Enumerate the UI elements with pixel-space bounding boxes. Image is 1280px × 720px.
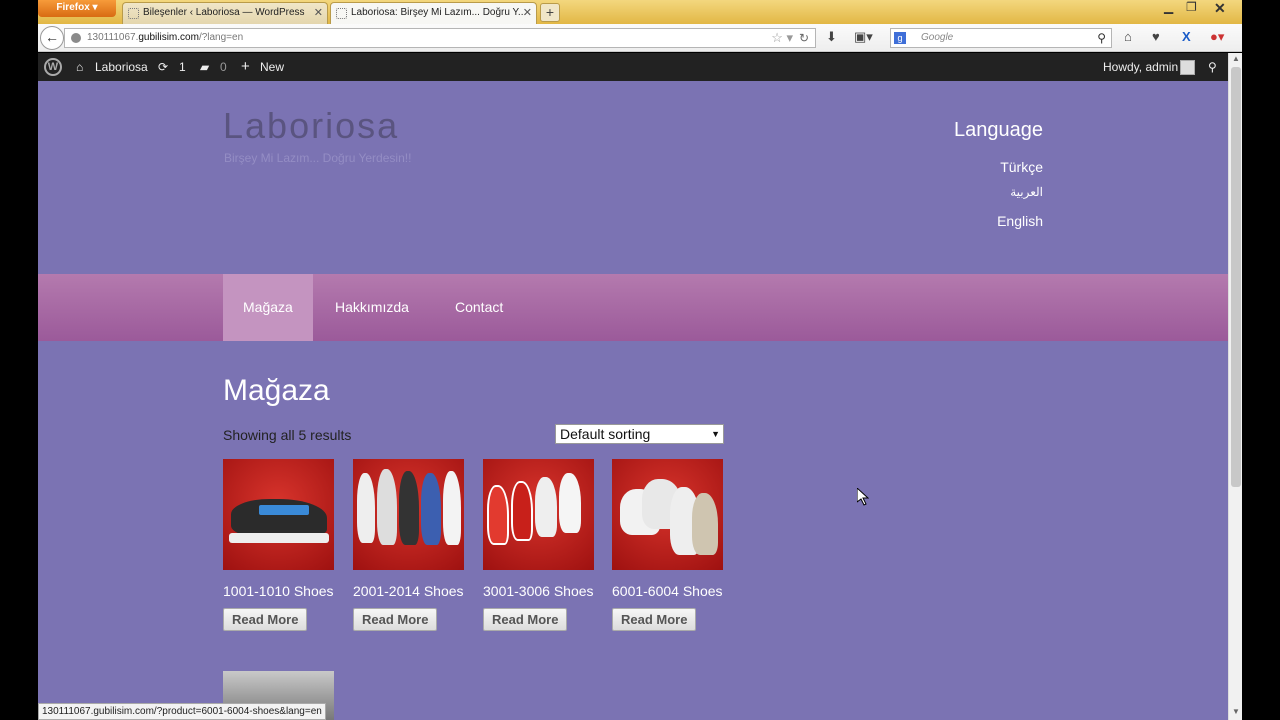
page-title: Mağaza	[223, 374, 330, 407]
avatar[interactable]	[1180, 60, 1195, 75]
result-count: Showing all 5 results	[223, 427, 352, 443]
home-icon[interactable]: ⌂	[1124, 29, 1132, 44]
tab-laboriosa[interactable]: Laboriosa: Birşey Mi Lazım... Doğru Y...…	[330, 2, 537, 24]
product-name[interactable]: 6001-6004 Shoes	[612, 583, 724, 599]
product-name[interactable]: 2001-2014 Shoes	[353, 583, 465, 599]
restore-icon[interactable]: ❐	[1186, 0, 1197, 14]
updates-icon[interactable]: ⟳	[158, 53, 168, 81]
adblock-icon[interactable]: ●▾	[1210, 29, 1224, 45]
left-black-border	[0, 0, 38, 720]
url-bar[interactable]: 130111067.gubilisim.com/?lang=en ☆ ▾ ↻	[64, 28, 816, 48]
new-content-button[interactable]: New	[260, 53, 284, 81]
new-tab-button[interactable]: +	[540, 3, 560, 22]
admin-site-name[interactable]: Laboriosa	[95, 53, 148, 81]
back-button[interactable]: ←	[40, 26, 64, 50]
page-scrollbar[interactable]: ▲ ▼	[1228, 53, 1242, 720]
language-arabic[interactable]: العربية	[1010, 185, 1043, 199]
comments-count[interactable]: 0	[220, 53, 227, 81]
main-menu: Mağaza Hakkımızda Contact	[38, 274, 1228, 341]
home-icon: ⌂	[76, 60, 84, 74]
firefox-menu-button[interactable]: Firefox ▾	[38, 0, 116, 17]
product-card: 2001-2014 Shoes Read More	[353, 459, 465, 631]
search-icon[interactable]: ⚲	[1208, 53, 1217, 81]
product-image[interactable]	[612, 459, 723, 570]
menu-item-about[interactable]: Hakkımızda	[315, 274, 429, 341]
product-card: 3001-3006 Shoes Read More	[483, 459, 595, 631]
menu-item-shop[interactable]: Mağaza	[223, 274, 313, 341]
language-turkish[interactable]: Türkçe	[1000, 159, 1043, 175]
product-image[interactable]	[223, 459, 334, 570]
mouse-cursor-icon	[857, 488, 869, 506]
close-tab-icon[interactable]: ✕	[523, 3, 532, 23]
search-input[interactable]: g Google ⚲	[890, 28, 1112, 48]
addon-x-icon[interactable]: X	[1182, 29, 1191, 44]
menu-item-contact[interactable]: Contact	[435, 274, 523, 341]
comments-icon[interactable]: ▰	[200, 53, 209, 81]
site-tagline: Birşey Mi Lazım... Doğru Yerdesin!!	[224, 151, 412, 165]
read-more-button[interactable]: Read More	[483, 608, 568, 631]
account-greeting[interactable]: Howdy, admin	[1103, 53, 1178, 81]
scroll-down-icon[interactable]: ▼	[1229, 707, 1243, 719]
downloads-icon[interactable]: ⬇	[826, 29, 837, 45]
wordpress-logo-icon[interactable]: W	[44, 58, 62, 76]
minimize-icon[interactable]: ▁	[1164, 0, 1173, 14]
product-name[interactable]: 3001-3006 Shoes	[483, 583, 595, 599]
bookmark-star-icon[interactable]: ☆ ▾	[771, 29, 793, 47]
plus-icon[interactable]: +	[241, 53, 250, 81]
scroll-up-icon[interactable]: ▲	[1229, 54, 1243, 66]
sorting-select[interactable]: Default sorting ▼	[555, 424, 724, 444]
reload-icon[interactable]: ↻	[799, 29, 809, 47]
navigation-toolbar: ← 130111067.gubilisim.com/?lang=en ☆ ▾ ↻…	[38, 24, 1242, 52]
read-more-button[interactable]: Read More	[353, 608, 438, 631]
product-image[interactable]	[353, 459, 464, 570]
product-card: 6001-6004 Shoes Read More	[612, 459, 724, 631]
search-icon[interactable]: ⚲	[1097, 29, 1106, 47]
updates-count[interactable]: 1	[179, 53, 186, 81]
wp-admin-bar: W ⌂ Laboriosa ⟳ 1 ▰ 0 + New Howdy, admin…	[38, 53, 1228, 81]
language-heading: Language	[954, 119, 1043, 141]
chevron-down-icon: ▼	[711, 429, 720, 439]
scrollbar-thumb[interactable]	[1231, 67, 1241, 487]
product-image[interactable]	[483, 459, 594, 570]
site-title[interactable]: Laboriosa	[223, 105, 399, 147]
google-icon: g	[894, 32, 906, 44]
page-icon	[128, 8, 139, 19]
language-english[interactable]: English	[997, 213, 1043, 229]
bookmarks-icon[interactable]: ▣▾	[854, 29, 873, 45]
tab-strip: Firefox ▾ Bileşenler ‹ Laboriosa — WordP…	[38, 0, 1242, 24]
page-icon	[336, 8, 347, 19]
tab-wordpress-admin[interactable]: Bileşenler ‹ Laboriosa — WordPress ✕	[122, 2, 328, 24]
read-more-button[interactable]: Read More	[612, 608, 697, 631]
globe-icon	[71, 33, 81, 43]
addon-icon[interactable]: ♥	[1152, 29, 1160, 44]
site-content: Laboriosa Birşey Mi Lazım... Doğru Yerde…	[38, 81, 1228, 720]
read-more-button[interactable]: Read More	[223, 608, 308, 631]
product-card: 1001-1010 Shoes Read More	[223, 459, 335, 631]
close-tab-icon[interactable]: ✕	[314, 3, 323, 23]
product-name[interactable]: 1001-1010 Shoes	[223, 583, 335, 599]
status-bar: 130111067.gubilisim.com/?product=6001-60…	[38, 703, 326, 720]
close-window-icon[interactable]: ✕	[1214, 0, 1226, 17]
